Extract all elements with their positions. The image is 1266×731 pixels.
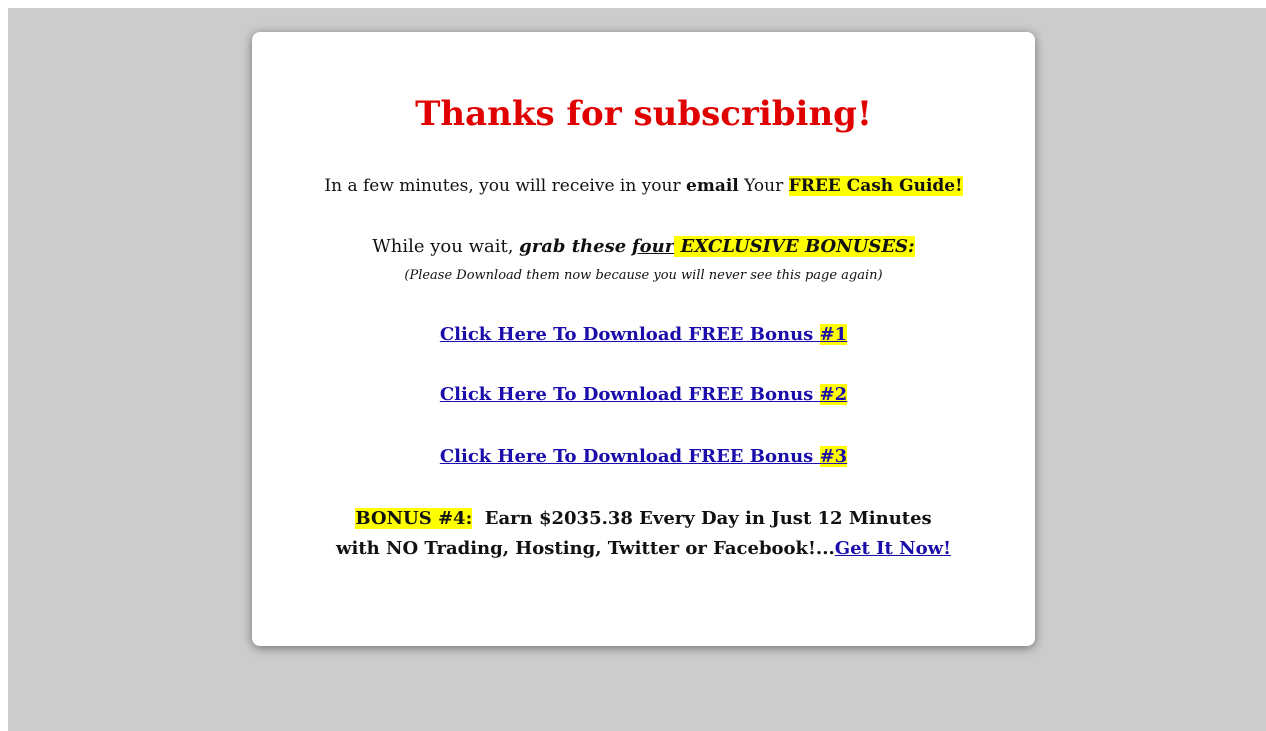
bonus-4-subline: with NO Trading, Hosting, Twitter or Fac… <box>335 538 835 559</box>
bonus-2-number: #2 <box>819 384 848 405</box>
page-background: Thanks for subscribing! In a few minutes… <box>8 8 1266 731</box>
bonus-1-number: #1 <box>819 324 848 345</box>
four-text: four <box>631 236 675 257</box>
bonus-intro-text: While you wait, grab these four EXCLUSIV… <box>252 236 1035 257</box>
intro-text: In a few minutes, you will receive in yo… <box>252 176 1035 196</box>
download-bonus-1-link[interactable]: Click Here To Download FREE Bonus #1 <box>439 324 848 345</box>
download-note: (Please Download them now because you wi… <box>404 268 883 283</box>
free-cash-guide-highlight: FREE Cash Guide! <box>788 176 963 196</box>
download-bonus-3-label: Click Here To Download FREE Bonus <box>439 446 820 467</box>
grab-these-text: grab these <box>519 236 627 257</box>
download-bonus-3-link[interactable]: Click Here To Download FREE Bonus #3 <box>439 446 848 467</box>
bonus-1-row: Click Here To Download FREE Bonus #1 <box>252 324 1035 345</box>
thank-you-card: Thanks for subscribing! In a few minutes… <box>252 32 1035 646</box>
download-bonus-1-label: Click Here To Download FREE Bonus <box>439 324 820 345</box>
get-it-now-link[interactable]: Get It Now! <box>835 538 951 559</box>
exclusive-bonuses-highlight: EXCLUSIVE BONUSES: <box>674 236 915 257</box>
intro-email-word: email <box>686 176 739 196</box>
bonus-3-row: Click Here To Download FREE Bonus #3 <box>252 446 1035 467</box>
intro-prefix: In a few minutes, you will receive in yo… <box>324 176 687 196</box>
bonus-3-number: #3 <box>819 446 848 467</box>
bonus-intro-prefix: While you wait, <box>372 236 520 257</box>
bonus-4-line-1: BONUS #4: Earn $2035.38 Every Day in Jus… <box>252 508 1035 529</box>
bonus-2-row: Click Here To Download FREE Bonus #2 <box>252 384 1035 405</box>
intro-middle: Your <box>738 176 789 196</box>
page-title: Thanks for subscribing! <box>415 94 872 134</box>
download-bonus-2-label: Click Here To Download FREE Bonus <box>439 384 820 405</box>
bonus-4-line-2: with NO Trading, Hosting, Twitter or Fac… <box>252 538 1035 559</box>
bonus-4-headline: Earn $2035.38 Every Day in Just 12 Minut… <box>472 508 932 529</box>
bonus-4-tag: BONUS #4: <box>355 508 473 529</box>
download-bonus-2-link[interactable]: Click Here To Download FREE Bonus #2 <box>439 384 848 405</box>
